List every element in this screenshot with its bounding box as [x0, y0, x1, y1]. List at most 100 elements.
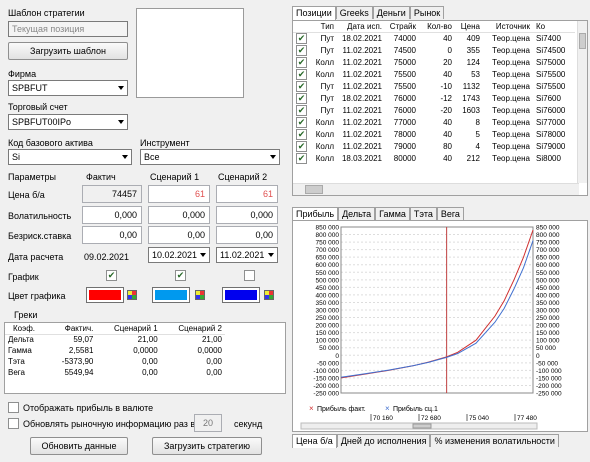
- y-tick-label-left: 600 000: [316, 262, 340, 269]
- show-currency-checkbox[interactable]: [8, 402, 19, 413]
- instrument-select[interactable]: Все: [140, 149, 280, 165]
- cell: Si77000: [536, 117, 566, 127]
- row-checkbox[interactable]: ✔: [293, 104, 307, 116]
- cell: Колл: [315, 129, 334, 139]
- tab-positions[interactable]: Позиции: [292, 6, 336, 20]
- row-checkbox[interactable]: ✔: [293, 68, 307, 80]
- cell: 20: [443, 57, 452, 67]
- col-header[interactable]: Источник: [483, 21, 533, 33]
- tab-delta[interactable]: Дельта: [338, 207, 376, 220]
- tab-days-to-expiry[interactable]: Дней до исполнения: [336, 434, 431, 447]
- date-s2-picker[interactable]: 11.02.2021: [216, 247, 278, 263]
- row-checkbox[interactable]: ✔: [293, 92, 307, 104]
- account-select[interactable]: SPBFUT00IPo: [8, 114, 128, 130]
- color-s2-swatch[interactable]: [222, 287, 260, 303]
- template-field[interactable]: Текущая позиция: [8, 21, 128, 37]
- chart-s1-checkbox[interactable]: ✔: [175, 270, 186, 281]
- chevron-down-icon: [200, 253, 206, 257]
- y-tick-label-left: 0: [335, 353, 339, 360]
- price-s1-field[interactable]: 61: [148, 185, 210, 203]
- palette-icon[interactable]: [195, 290, 205, 300]
- tab-money[interactable]: Деньги: [372, 6, 410, 19]
- table-row[interactable]: ✔ Пут 11.02.2021 76000 -20 1603 Теор.цена Si760…: [293, 104, 575, 116]
- color-fact-swatch[interactable]: [86, 287, 124, 303]
- vol-s2-field[interactable]: 0,000: [216, 206, 278, 224]
- col-header[interactable]: Дата исп.: [337, 21, 385, 33]
- cell: 40: [443, 117, 452, 127]
- date-s1-picker[interactable]: 10.02.2021: [148, 247, 210, 263]
- color-s1-swatch[interactable]: [152, 287, 190, 303]
- table-row[interactable]: ✔ Колл 18.03.2021 80000 40 212 Теор.цена Si8000: [293, 152, 575, 164]
- table-row[interactable]: ✔ Колл 11.02.2021 75000 20 124 Теор.цена Si7500…: [293, 56, 575, 68]
- cell: Si75000: [536, 57, 566, 67]
- table-row[interactable]: ✔ Пут 18.02.2021 74000 40 409 Теор.цена Si7400: [293, 32, 575, 44]
- load-template-button[interactable]: Загрузить шаблон: [8, 42, 128, 60]
- col-header[interactable]: Ко: [533, 21, 575, 33]
- cell: Пут: [320, 93, 334, 103]
- cell: 5: [475, 129, 480, 139]
- y-tick-label-right: 150 000: [536, 330, 560, 337]
- col-header[interactable]: Страйк: [385, 21, 419, 33]
- row-checkbox[interactable]: ✔: [293, 44, 307, 56]
- row-checkbox[interactable]: ✔: [293, 128, 307, 140]
- table-row[interactable]: ✔ Колл 11.02.2021 79000 80 4 Теор.цена Si79000: [293, 140, 575, 152]
- table-row[interactable]: ✔ Пут 11.02.2021 74500 0 355 Теор.цена Si74500: [293, 44, 575, 56]
- col-header[interactable]: Кол-во: [419, 21, 455, 33]
- y-tick-label-right: 500 000: [536, 277, 560, 284]
- row-checkbox[interactable]: ✔: [293, 56, 307, 68]
- select-header: [293, 21, 307, 33]
- rate-s1-field[interactable]: 0,00: [148, 226, 210, 244]
- tab-market[interactable]: Рынок: [409, 6, 445, 19]
- base-code-select[interactable]: Si: [8, 149, 132, 165]
- scroll-thumb[interactable]: [579, 33, 586, 49]
- tab-theta[interactable]: Тэта: [409, 207, 437, 220]
- greek-value: 0,00: [206, 368, 222, 377]
- table-row[interactable]: ✔ Колл 11.02.2021 77000 40 8 Теор.цена Si77000: [293, 116, 575, 128]
- vol-fact-field[interactable]: 0,000: [82, 206, 142, 224]
- table-row[interactable]: ✔ Колл 11.02.2021 75500 40 53 Теор.цена Si75500: [293, 68, 575, 80]
- cell: Теор.цена: [492, 141, 530, 151]
- y-tick-label-right: -100 000: [536, 368, 562, 375]
- refresh-interval-field[interactable]: 20: [194, 414, 222, 432]
- chart-fact-checkbox[interactable]: ✔: [106, 270, 117, 281]
- y-tick-label-left: 350 000: [316, 300, 340, 307]
- profit-chart: 850 000 850 000800 000 800 000750 000 750 0…: [300, 225, 562, 430]
- chart-s2-checkbox[interactable]: [244, 270, 255, 281]
- update-data-button[interactable]: Обновить данные: [30, 437, 128, 455]
- tab-vega[interactable]: Вега: [436, 207, 464, 220]
- col-header[interactable]: Цена: [455, 21, 483, 33]
- row-checkbox[interactable]: ✔: [293, 80, 307, 92]
- table-row[interactable]: ✔ Пут 11.02.2021 75500 -10 1132 Теор.цена Si755…: [293, 80, 575, 92]
- color-label: Цвет графика: [8, 291, 66, 301]
- row-checkbox[interactable]: ✔: [293, 116, 307, 128]
- load-strategy-button[interactable]: Загрузить стратегию: [152, 437, 262, 455]
- tab-gamma[interactable]: Гамма: [375, 207, 410, 220]
- table-row[interactable]: ✔ Колл 11.02.2021 78000 40 5 Теор.цена Si78000: [293, 128, 575, 140]
- row-checkbox[interactable]: ✔: [293, 32, 307, 44]
- positions-hscrollbar[interactable]: [293, 183, 579, 195]
- scroll-thumb[interactable]: [305, 185, 323, 194]
- tab-greeks[interactable]: Greeks: [335, 6, 373, 19]
- firm-select[interactable]: SPBFUT: [8, 80, 128, 96]
- palette-icon[interactable]: [264, 290, 274, 300]
- vol-s1-field[interactable]: 0,000: [148, 206, 210, 224]
- palette-icon[interactable]: [127, 290, 137, 300]
- row-checkbox[interactable]: ✔: [293, 152, 307, 164]
- col-s2-header: Сценарий 2: [218, 172, 268, 182]
- rate-fact-field[interactable]: 0,00: [82, 226, 142, 244]
- tab-vol-change[interactable]: % изменения волатильности: [430, 434, 559, 447]
- col-header[interactable]: Тип: [307, 21, 337, 33]
- greeks-header: Сценарий 2: [160, 323, 225, 335]
- greeks-table: Коэф. Фактич. Сценарий 1 Сценарий 2 Дель…: [5, 323, 225, 378]
- price-s2-field[interactable]: 61: [216, 185, 278, 203]
- rate-s2-field[interactable]: 0,00: [216, 226, 278, 244]
- refresh-checkbox[interactable]: [8, 418, 19, 429]
- y-tick-label-left: 400 000: [316, 292, 340, 299]
- positions-vscrollbar[interactable]: [577, 21, 587, 183]
- y-tick-label-left: -200 000: [313, 383, 339, 390]
- row-checkbox[interactable]: ✔: [293, 140, 307, 152]
- y-tick-label-left: 450 000: [316, 285, 340, 292]
- table-row[interactable]: ✔ Пут 18.02.2021 76000 -12 1743 Теор.цена Si760…: [293, 92, 575, 104]
- tab-profit[interactable]: Прибыль: [292, 207, 339, 221]
- tab-base-price[interactable]: Цена б/а: [292, 434, 337, 448]
